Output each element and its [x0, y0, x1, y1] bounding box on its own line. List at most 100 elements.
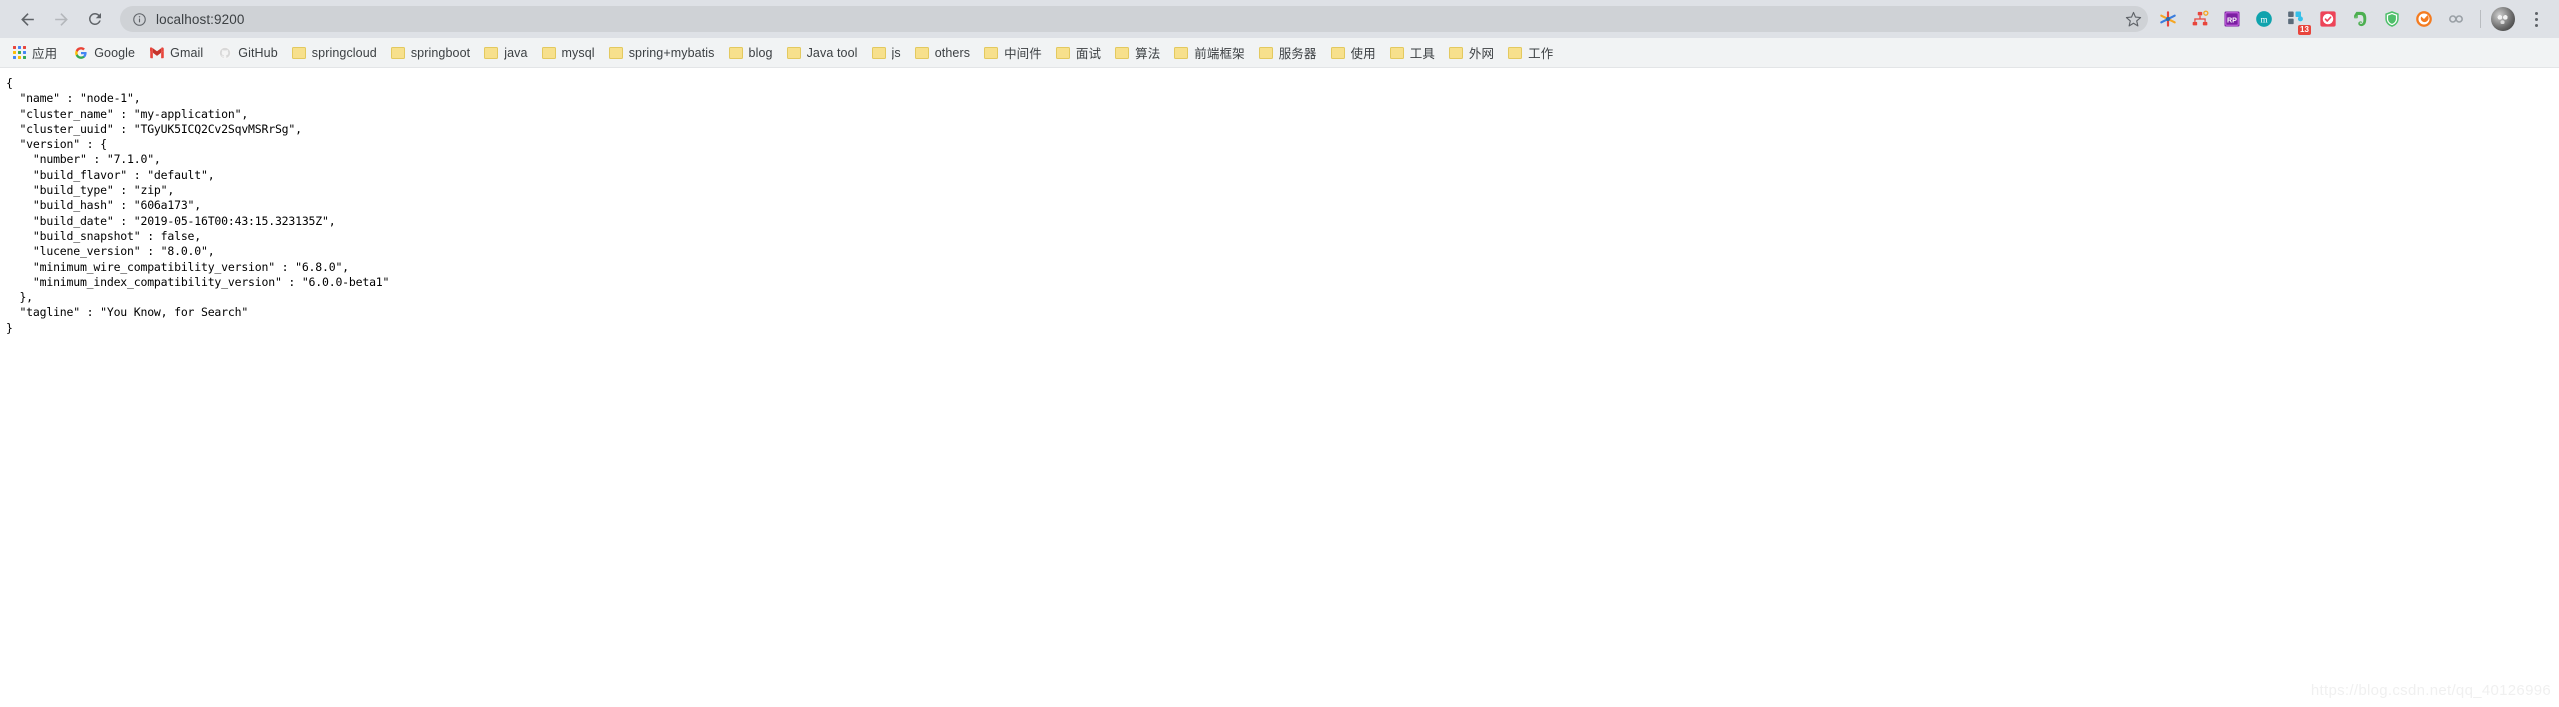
folder-icon — [1258, 46, 1273, 59]
back-button[interactable] — [10, 2, 44, 36]
folder-icon — [1389, 46, 1404, 59]
bookmark-folder-middleware[interactable]: 中间件 — [977, 40, 1049, 65]
folder-icon — [291, 46, 306, 59]
checkmark-red-extension-icon[interactable] — [2314, 5, 2342, 33]
bookmark-folder-work[interactable]: 工作 — [1501, 40, 1560, 65]
toolbar-divider — [2480, 10, 2481, 28]
info-circle-icon[interactable] — [132, 12, 147, 27]
apps-shortcut-button[interactable]: 应用 — [6, 41, 64, 64]
address-bar-url[interactable]: localhost:9200 — [156, 12, 244, 27]
watermark-text: https://blog.csdn.net/qq_40126996 — [2310, 682, 2551, 699]
bookmark-label: 使用 — [1350, 47, 1376, 61]
axure-rp-extension-icon[interactable]: RP — [2218, 5, 2246, 33]
folder-icon — [786, 46, 801, 59]
browser-toolbar: localhost:9200 RP m 13 — [0, 0, 2559, 38]
bookmark-item-google[interactable]: Google — [66, 42, 142, 63]
gmail-favicon — [149, 45, 164, 60]
bookmark-folder-blog[interactable]: blog — [722, 43, 780, 63]
reload-button[interactable] — [78, 2, 112, 36]
bookmark-label: GitHub — [238, 45, 278, 60]
address-bar[interactable]: localhost:9200 — [120, 6, 2148, 32]
bookmark-label: js — [891, 45, 901, 60]
svg-text:m: m — [2260, 15, 2267, 25]
bookmark-folder-server[interactable]: 服务器 — [1252, 40, 1324, 65]
bookmark-folder-interview[interactable]: 面试 — [1049, 40, 1108, 65]
bookmarks-bar: 应用 Google Gmail GitHub springcloud sprin… — [0, 38, 2559, 68]
bookmark-label: Google — [94, 45, 136, 60]
folder-icon — [608, 46, 623, 59]
folder-icon — [1448, 46, 1463, 59]
svg-text:RP: RP — [2227, 16, 2237, 24]
browser-window: localhost:9200 RP m 13 应用 Google Gmail G… — [0, 0, 2559, 707]
bookmark-folder-js[interactable]: js — [865, 43, 908, 63]
folder-icon — [484, 46, 499, 59]
apps-grid-icon — [13, 46, 26, 59]
folder-icon — [1174, 46, 1189, 59]
google-favicon — [73, 45, 88, 60]
bookmark-label: 前端框架 — [1194, 47, 1245, 61]
chrome-menu-button[interactable] — [2523, 5, 2549, 33]
bookmark-label: java — [504, 45, 528, 60]
infinity-gray-extension-icon[interactable] — [2442, 5, 2470, 33]
folder-icon — [984, 46, 999, 59]
bookmark-label: others — [934, 45, 971, 60]
bookmark-folder-mysql[interactable]: mysql — [535, 43, 602, 63]
evernote-extension-icon[interactable] — [2346, 5, 2374, 33]
bookmark-label: 服务器 — [1278, 47, 1317, 61]
bookmark-item-github[interactable]: GitHub — [210, 42, 285, 63]
bookmark-folder-tools[interactable]: 工具 — [1383, 40, 1442, 65]
bookmark-star-button[interactable] — [2120, 6, 2146, 32]
shield-green-extension-icon[interactable] — [2378, 5, 2406, 33]
bookmark-folder-springboot[interactable]: springboot — [384, 43, 477, 63]
tampermonkey-extension-icon[interactable]: 13 — [2282, 5, 2311, 35]
bookmark-label: 中间件 — [1004, 47, 1042, 61]
bookmark-label: Gmail — [170, 45, 204, 60]
folder-icon — [390, 46, 405, 59]
forward-button[interactable] — [44, 2, 78, 36]
bookmark-folder-external-network[interactable]: 外网 — [1442, 40, 1501, 65]
momentum-extension-icon[interactable]: m — [2250, 5, 2278, 33]
bookmark-folder-algorithms[interactable]: 算法 — [1108, 40, 1167, 65]
bookmark-folder-springcloud[interactable]: springcloud — [285, 43, 384, 63]
forward-arrow-icon — [54, 12, 68, 26]
page-content: { "name" : "node-1", "cluster_name" : "m… — [0, 68, 2559, 707]
folder-icon — [871, 46, 886, 59]
folder-icon — [728, 46, 743, 59]
github-favicon — [217, 45, 232, 60]
bookmark-label: blog — [748, 45, 773, 60]
bookmark-folder-spring-mybatis[interactable]: spring+mybatis — [602, 43, 722, 63]
reload-icon — [88, 12, 101, 25]
colorful-asterisk-extension-icon[interactable] — [2154, 5, 2182, 33]
elasticsearch-json-response: { "name" : "node-1", "cluster_name" : "m… — [6, 76, 390, 335]
apps-shortcut-label: 应用 — [32, 47, 58, 61]
bookmark-folder-java[interactable]: java — [477, 43, 534, 63]
extensions-area: RP m 13 — [2154, 5, 2549, 35]
folder-icon — [1508, 46, 1523, 59]
bookmark-item-gmail[interactable]: Gmail — [142, 42, 210, 63]
bookmark-label: springboot — [410, 45, 471, 60]
bookmark-label: 工作 — [1528, 47, 1554, 61]
bookmark-label: 面试 — [1075, 47, 1102, 61]
folder-icon — [541, 46, 556, 59]
bookmark-folder-frontend-framework[interactable]: 前端框架 — [1167, 40, 1251, 65]
folder-icon — [1055, 46, 1070, 59]
bookmark-label: springcloud — [311, 45, 377, 60]
sitemap-extension-icon[interactable] — [2186, 5, 2214, 33]
folder-icon — [914, 46, 929, 59]
bookmark-folder-usage[interactable]: 使用 — [1324, 40, 1383, 65]
back-arrow-icon — [20, 12, 34, 26]
bookmark-label: mysql — [561, 45, 595, 60]
orange-speed-extension-icon[interactable] — [2410, 5, 2438, 33]
bookmark-label: 算法 — [1135, 47, 1161, 61]
bookmark-label: spring+mybatis — [628, 45, 715, 60]
bookmark-label: 外网 — [1468, 47, 1495, 61]
bookmark-folder-java-tool[interactable]: Java tool — [780, 43, 865, 63]
extension-badge-count: 13 — [2298, 25, 2311, 35]
folder-icon — [1330, 46, 1345, 59]
avatar[interactable] — [2491, 7, 2515, 31]
bookmark-label: Java tool — [806, 45, 858, 60]
folder-icon — [1115, 46, 1130, 59]
bookmark-folder-others[interactable]: others — [908, 43, 977, 63]
bookmark-label: 工具 — [1409, 47, 1435, 61]
star-icon — [2125, 11, 2141, 26]
